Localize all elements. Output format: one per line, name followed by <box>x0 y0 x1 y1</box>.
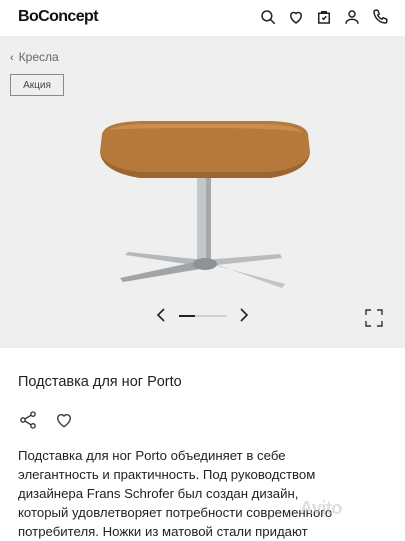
chevron-left-small-icon: ‹ <box>10 52 14 64</box>
share-icon[interactable] <box>18 410 38 430</box>
description-line: Подставка для ног Porto объединяет в себ… <box>18 448 286 463</box>
base-hub <box>193 258 217 270</box>
description-line: потребителя. Ножки из матовой стали прид… <box>18 524 308 539</box>
favorite-heart-icon[interactable] <box>54 410 74 430</box>
stem-shade <box>206 178 211 264</box>
header-icons <box>259 8 389 26</box>
brand-logo[interactable]: BoConcept <box>18 8 99 26</box>
search-icon[interactable] <box>259 8 277 26</box>
description-line: дизайнера Frans Schrofer был создан диза… <box>18 486 299 501</box>
next-image-button[interactable] <box>236 306 252 324</box>
top-bar: BoConcept <box>0 0 405 36</box>
previous-image-button[interactable] <box>153 306 169 324</box>
product-gallery[interactable]: ‹ Кресла Акция <box>0 36 405 348</box>
breadcrumb-label: Кресла <box>18 50 59 64</box>
pager-active-segment <box>179 315 195 317</box>
heart-icon[interactable] <box>287 8 305 26</box>
image-pager <box>179 315 227 317</box>
product-description: Подставка для ног Porto объединяет в себ… <box>18 446 390 541</box>
description-line: который удовлетворяет потребности соврем… <box>18 505 333 520</box>
phone-icon[interactable] <box>371 8 389 26</box>
sale-badge: Акция <box>10 74 64 96</box>
chevron-right-icon <box>240 308 249 322</box>
ottoman-image <box>100 121 310 288</box>
description-line: элегантность и практичность. Под руковод… <box>18 467 316 482</box>
breadcrumb-back[interactable]: ‹ Кресла <box>10 50 59 64</box>
product-title: Подставка для ног Porto <box>18 374 182 390</box>
product-actions <box>18 410 74 430</box>
expand-icon[interactable] <box>364 308 384 328</box>
chevron-left-icon <box>156 308 165 322</box>
user-icon[interactable] <box>343 8 361 26</box>
bag-icon[interactable] <box>315 8 333 26</box>
